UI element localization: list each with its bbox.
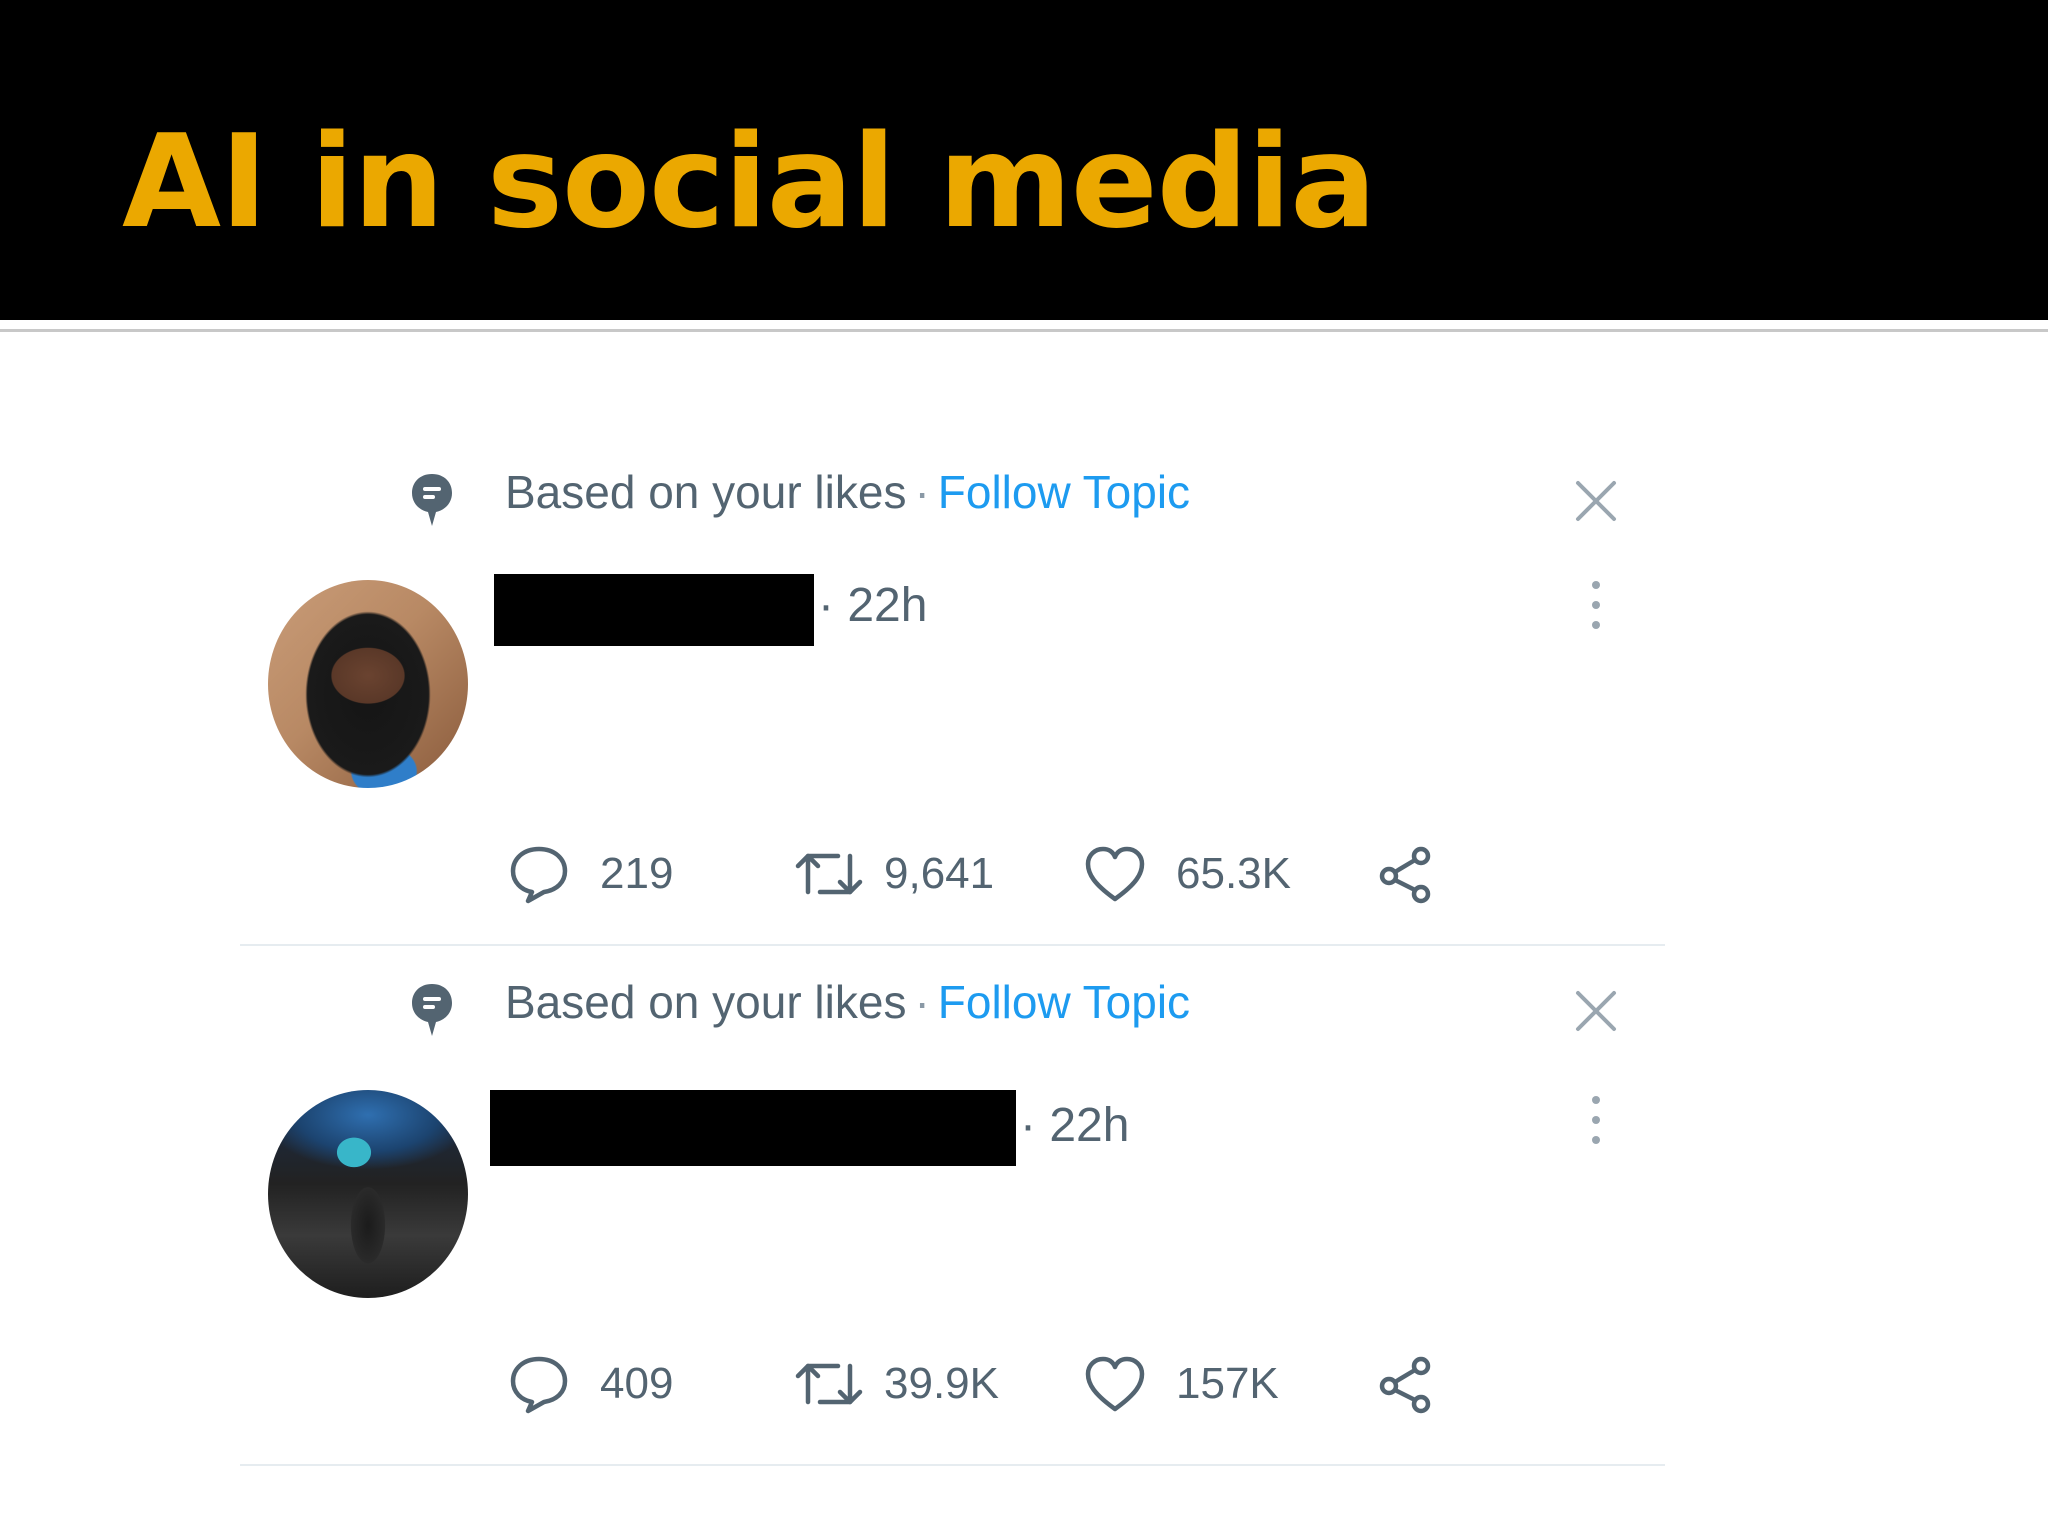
tweet-context-row: Based on your likes · Follow Topic bbox=[410, 450, 1630, 530]
topic-bubble-icon bbox=[412, 474, 452, 526]
reply-count: 219 bbox=[600, 849, 674, 898]
redacted-author-name bbox=[494, 574, 814, 646]
more-options-icon[interactable] bbox=[1586, 575, 1606, 635]
share-icon bbox=[1379, 846, 1431, 904]
tweet-actions: 219 9,641 65.3K bbox=[508, 840, 1508, 910]
redacted-author-name bbox=[490, 1090, 1016, 1166]
share-icon bbox=[1379, 1356, 1431, 1414]
follow-topic-link[interactable]: Follow Topic bbox=[938, 466, 1190, 518]
context-line: Based on your likes · Follow Topic bbox=[505, 974, 1190, 1030]
title-divider-gap bbox=[0, 320, 2048, 326]
close-icon[interactable] bbox=[1573, 478, 1619, 524]
context-label: Based on your likes bbox=[505, 976, 907, 1028]
share-button[interactable] bbox=[1376, 1350, 1446, 1420]
tweet-divider bbox=[240, 1464, 1665, 1466]
profile-photo-man-city[interactable] bbox=[268, 1090, 468, 1298]
context-separator: · bbox=[914, 466, 930, 518]
follow-topic-link[interactable]: Follow Topic bbox=[938, 976, 1190, 1028]
close-icon[interactable] bbox=[1573, 988, 1619, 1034]
retweet-icon bbox=[795, 1363, 863, 1405]
like-button[interactable]: 65.3K bbox=[1084, 840, 1324, 910]
retweet-count: 9,641 bbox=[884, 849, 995, 898]
like-count: 157K bbox=[1176, 1359, 1279, 1408]
context-label: Based on your likes bbox=[505, 466, 907, 518]
retweet-button[interactable]: 9,641 bbox=[794, 840, 1034, 910]
share-button[interactable] bbox=[1376, 840, 1446, 910]
tweet-divider bbox=[240, 944, 1665, 946]
tweet-timestamp[interactable]: · 22h bbox=[1020, 1096, 1129, 1156]
topic-bubble-icon bbox=[412, 984, 452, 1036]
reply-count: 409 bbox=[600, 1359, 674, 1408]
retweet-button[interactable]: 39.9K bbox=[794, 1350, 1034, 1420]
more-options-icon[interactable] bbox=[1586, 1090, 1606, 1150]
title-divider bbox=[0, 329, 2048, 332]
slide: AI in social media Based on your likes · F… bbox=[0, 0, 2048, 1536]
tweet-actions: 409 39.9K 157K bbox=[508, 1350, 1508, 1420]
like-count: 65.3K bbox=[1176, 849, 1291, 898]
slide-title: AI in social media bbox=[122, 108, 1377, 257]
tweet-timestamp[interactable]: · 22h bbox=[818, 576, 927, 636]
reply-icon bbox=[510, 846, 568, 904]
tweet-context-row: Based on your likes · Follow Topic bbox=[410, 960, 1630, 1040]
reply-button[interactable]: 409 bbox=[508, 1350, 708, 1420]
heart-icon bbox=[1085, 846, 1145, 902]
profile-photo-woman[interactable] bbox=[268, 580, 468, 788]
retweet-count: 39.9K bbox=[884, 1359, 999, 1408]
context-line: Based on your likes · Follow Topic bbox=[505, 464, 1190, 520]
retweet-icon bbox=[795, 853, 863, 895]
reply-icon bbox=[510, 1356, 568, 1414]
heart-icon bbox=[1085, 1356, 1145, 1412]
reply-button[interactable]: 219 bbox=[508, 840, 708, 910]
like-button[interactable]: 157K bbox=[1084, 1350, 1324, 1420]
title-bar: AI in social media bbox=[0, 0, 2048, 320]
context-separator: · bbox=[914, 976, 930, 1028]
